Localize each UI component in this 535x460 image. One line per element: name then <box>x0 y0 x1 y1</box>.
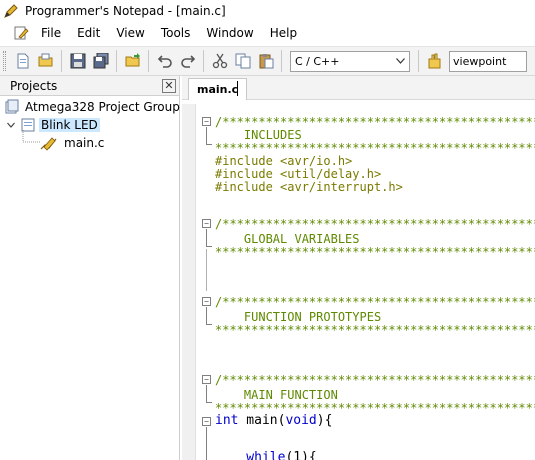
c-source-file-icon <box>40 137 57 151</box>
copy-icon <box>235 53 250 69</box>
save-button[interactable] <box>66 50 89 73</box>
tree-item-project[interactable]: Blink LED <box>6 116 100 134</box>
toolbar-separator <box>203 50 204 72</box>
cut-button[interactable] <box>208 50 231 73</box>
code-identifier: main( <box>238 413 286 428</box>
code-while: while(1){ <box>215 450 317 460</box>
code-keyword: while <box>215 450 286 460</box>
fold-margin: − − − − − <box>196 104 212 460</box>
window-title: Programmer's Notepad - [main.c] <box>25 4 226 18</box>
tree-label: Atmega328 Project Group <box>25 100 180 114</box>
redo-icon <box>180 55 195 68</box>
document-pen-icon <box>14 26 29 40</box>
tree-item-project-group[interactable]: Atmega328 Project Group <box>4 98 182 116</box>
fold-line <box>206 385 207 402</box>
find-hand-icon <box>428 53 440 69</box>
menu-help[interactable]: Help <box>262 22 305 44</box>
fold-toggle[interactable]: − <box>202 375 211 384</box>
new-file-button[interactable] <box>11 50 34 73</box>
copy-button[interactable] <box>231 50 254 73</box>
tree-label: main.c <box>64 136 105 150</box>
save-all-icon <box>93 53 108 69</box>
open-folder-icon <box>38 53 52 67</box>
menu-file[interactable]: File <box>33 22 69 44</box>
code-editor[interactable]: − − − − − /*****************************… <box>182 104 535 460</box>
fold-line <box>206 229 207 246</box>
toolbar-separator <box>418 50 419 72</box>
menu-view[interactable]: View <box>108 22 152 44</box>
line-margin <box>182 104 196 460</box>
menu-bar: File Edit View Tools Window Help <box>0 22 535 44</box>
fold-line <box>206 127 207 144</box>
projects-panel-header: Projects ✕ <box>0 76 179 96</box>
open-file-button[interactable] <box>34 50 57 73</box>
fold-line <box>206 249 207 291</box>
undo-icon <box>157 55 172 68</box>
code-keyword: int <box>215 413 239 428</box>
fold-end <box>206 246 212 247</box>
tab-divider <box>237 81 238 96</box>
fold-toggle[interactable]: − <box>202 219 211 228</box>
paste-button[interactable] <box>254 50 277 73</box>
code-comment: ****************************************… <box>215 323 535 337</box>
save-all-button[interactable] <box>89 50 112 73</box>
code-punct: (1){ <box>285 450 317 460</box>
menu-tools[interactable]: Tools <box>153 22 199 44</box>
find-button[interactable] <box>423 50 446 73</box>
main-toolbar: C / C++ viewpoint <box>0 46 535 76</box>
editor-tab-strip: main.c <box>182 76 535 100</box>
code-punct: ){ <box>316 413 333 428</box>
projects-panel-title: Projects <box>10 78 58 93</box>
chevron-down-icon[interactable] <box>6 120 16 130</box>
fold-line <box>206 427 207 460</box>
toolbar-separator <box>148 50 149 72</box>
project-group-icon <box>5 99 19 114</box>
app-pen-icon <box>4 4 18 18</box>
editor-pane: main.c − − − − − /**********************… <box>182 76 535 460</box>
language-select[interactable]: C / C++ <box>290 50 410 72</box>
toolbar-grip[interactable] <box>3 51 6 71</box>
scissors-icon <box>212 53 227 69</box>
clipboard-paste-icon <box>259 54 273 69</box>
undo-button[interactable] <box>153 50 176 73</box>
fold-end <box>206 324 212 325</box>
code-include: #include <avr/interrupt.h> <box>215 180 403 194</box>
fold-toggle[interactable]: − <box>202 297 211 306</box>
code-keyword: void <box>285 413 317 428</box>
redo-button[interactable] <box>176 50 199 73</box>
fold-toggle[interactable]: − <box>202 417 211 426</box>
menu-edit[interactable]: Edit <box>69 22 108 44</box>
chevron-down-icon <box>396 58 405 64</box>
toolbar-separator <box>61 50 62 72</box>
tree-item-file[interactable]: main.c <box>40 134 106 152</box>
close-panel-button[interactable]: ✕ <box>162 78 176 93</box>
toolbar-separator <box>281 50 282 72</box>
tree-connector <box>22 130 40 143</box>
search-input[interactable]: viewpoint <box>449 50 527 72</box>
save-disk-icon <box>70 53 85 69</box>
folder-icon <box>125 53 140 67</box>
fold-toggle[interactable]: − <box>202 117 211 126</box>
code-main-signature: int main(void){ <box>215 413 332 429</box>
fold-end <box>206 402 212 403</box>
tab-main-c[interactable]: main.c <box>188 78 248 100</box>
project-folder-button[interactable] <box>121 50 144 73</box>
fold-end <box>206 144 212 145</box>
toolbar-separator <box>116 50 117 72</box>
language-select-value: C / C++ <box>295 54 340 68</box>
code-comment: /***************************************… <box>215 295 535 309</box>
code-comment: /***************************************… <box>215 217 535 231</box>
title-bar: Programmer's Notepad - [main.c] <box>0 0 535 22</box>
projects-panel: Projects ✕ Atmega328 Project Group Blink… <box>0 76 180 460</box>
tree-label: Blink LED <box>39 118 100 132</box>
fold-line <box>206 307 207 324</box>
code-comment: /***************************************… <box>215 373 535 387</box>
code-comment: ****************************************… <box>215 245 535 259</box>
menu-window[interactable]: Window <box>198 22 261 44</box>
new-file-icon <box>17 53 28 69</box>
